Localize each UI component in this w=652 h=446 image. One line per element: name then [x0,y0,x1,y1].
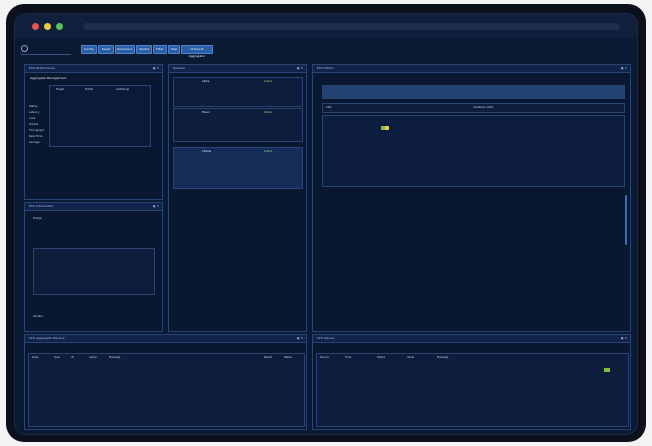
minimize-dot[interactable] [44,23,51,30]
ecu-matrix-panel: ECU Matrix ▣ ✕ ADS Violations 1024 [312,64,631,332]
device-name: Charlie [202,150,212,153]
toolbar-button-help[interactable]: Help [168,45,180,54]
close-dot[interactable] [32,23,39,30]
toolbar-button-resolution[interactable]: Resolution [115,45,135,54]
toolbar-button-reset[interactable]: Reset [98,45,114,54]
panel-header: ECU Performance ▣ ✕ [25,65,162,73]
device-status: Online [264,111,273,114]
panel-controls-icon[interactable]: ▣ ✕ [153,204,159,208]
header-value: Value [407,356,415,359]
row-label: Load [29,117,36,120]
matrix-row[interactable]: ADS Violations 1024 [322,103,625,113]
heatmap-grid [322,115,625,187]
ecu-information-panel: ECU Information ▣ ✕ Bridge Parallel [24,202,163,332]
row-label: Peak Time [29,135,43,138]
header-profile: Profile [85,88,94,91]
header-status: Status [284,356,293,359]
maximize-dot[interactable] [56,23,63,30]
device-status: Online [264,150,273,153]
panel-controls-icon[interactable]: ▣ ✕ [297,336,303,340]
address-bar[interactable] [83,23,620,30]
violations-count: Violations 1024 [473,106,494,109]
panel-header: ECU Matrix ▣ ✕ [313,65,630,73]
status-green [604,368,610,372]
ecu-grid [33,248,155,295]
toolbar-button-config[interactable]: Config [81,45,97,54]
ecu-performance-panel: ECU Performance ▣ ✕ Aggregate Management… [24,64,163,200]
panel-controls-icon[interactable]: ▣ ✕ [153,66,159,70]
app-window: Config Reset Resolution Update Filter He… [14,13,638,435]
panel-title: CFG Aggregate Window [29,336,65,340]
panel-controls-icon[interactable]: ▣ ✕ [621,66,627,70]
panel-title: CFG Device [317,336,335,340]
search-icon [21,45,28,52]
header-target: Target [56,88,65,91]
header-type: Type [54,356,60,359]
panel-title: ECU Information [29,204,54,208]
row-label: Output [29,123,39,126]
scrollbar[interactable] [625,195,627,245]
row-label: Latency [29,111,40,114]
matrix-filter-bar [322,85,625,99]
device-name: Alpha [202,80,210,83]
panel-header: CFG Aggregate Window ▣ ✕ [25,335,306,343]
metrics-row-labels: Status Latency Load Output Throughput Pe… [29,105,49,165]
header-id: ID [71,356,74,359]
toolbar: Config Reset Resolution Update Filter He… [15,42,637,58]
title-bar [15,14,637,38]
aggregate-title: Aggregate Management [30,76,67,80]
header-action: Action [89,356,98,359]
panel-title: ECU Matrix [317,66,334,70]
device-name: Bravo [202,111,210,114]
row-label: Status [29,105,38,108]
header-status: Status [377,356,386,359]
row-label: ADS [326,106,332,109]
devices-panel: Devices ▣ ✕ Alpha Online Bravo Online Ch… [168,64,307,332]
panel-title: ECU Performance [29,66,56,70]
header-additional: Additional [116,88,130,91]
row-label: Average [29,141,40,144]
parallel-label: Parallel [33,315,43,318]
panel-header: ECU Information ▣ ✕ [25,203,162,211]
toolbar-button-filter[interactable]: Filter [153,45,167,54]
search-input[interactable] [21,45,71,55]
bridge-label: Bridge [33,217,42,220]
device-card[interactable]: Bravo Online [173,108,303,142]
device-card[interactable]: Alpha Online [173,77,303,107]
header-message: Message [109,356,121,359]
panel-header: Devices ▣ ✕ [169,65,306,73]
header-time: Time [345,356,352,359]
header-date: Date [32,356,39,359]
status-yellow [385,126,389,130]
panel-controls-icon[interactable]: ▣ ✕ [621,336,627,340]
cfg-aggregate-panel: CFG Aggregate Window ▣ ✕ Date Type ID Ac… [24,334,307,430]
cfg-device-panel: CFG Device ▣ ✕ Device Time Status Value … [312,334,631,430]
device-status: Online [264,80,273,83]
panel-controls-icon[interactable]: ▣ ✕ [297,66,303,70]
toolbar-button-update[interactable]: Update [136,45,152,54]
device-table: Device Time Status Value Message [316,353,629,427]
header-result: Result [264,356,273,359]
header-message: Message [437,356,449,359]
panel-title: Devices [173,66,185,70]
device-card[interactable]: Charlie Online [173,147,303,189]
panel-header: CFG Device ▣ ✕ [313,335,630,343]
toolbar-button-aggregator[interactable]: W Result Aggregator [181,45,213,58]
row-label: Throughput [29,129,45,132]
aggregate-table: Date Type ID Action Message Result Statu… [28,353,305,427]
header-device: Device [320,356,329,359]
metrics-table: Target Profile Additional [49,85,151,147]
